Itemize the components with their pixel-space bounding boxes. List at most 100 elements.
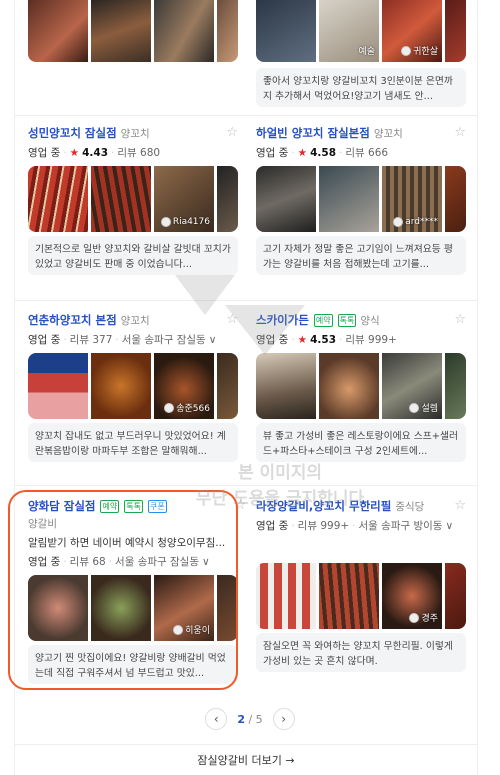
review-count: 리뷰 666	[345, 147, 389, 159]
photo[interactable]: ard****	[382, 166, 442, 232]
photo[interactable]: 예술	[319, 0, 379, 62]
avatar	[401, 45, 412, 56]
photo-tag: 귀한살	[401, 44, 438, 57]
star-icon: ★	[297, 333, 308, 346]
place-name[interactable]: 성민양꼬치 잠실점	[28, 125, 117, 141]
status: 영업 중	[256, 334, 289, 346]
location[interactable]: 서울 송파구 방이동	[359, 518, 443, 533]
talk-badge: 톡톡	[337, 313, 357, 327]
photo[interactable]	[28, 166, 88, 232]
photo[interactable]	[28, 0, 88, 62]
status: 영업 중	[28, 334, 61, 346]
photo[interactable]	[217, 353, 238, 419]
photo[interactable]	[256, 353, 316, 419]
avatar	[160, 217, 171, 227]
photo[interactable]	[28, 353, 88, 419]
right-border	[477, 0, 478, 775]
photo[interactable]	[445, 563, 466, 629]
avatar	[393, 217, 404, 227]
place-card[interactable]: 연춘하양꼬치 본점 양꼬치 ☆ 영업 중 · 리뷰 377 · 서울 송파구 잠실동 ∨ 송…	[28, 312, 238, 462]
place-card[interactable]: 라장양갈비,양꼬치 무한리필 중식당 ☆ 영업 중 · 리뷰 999+ · 서울 송파구 …	[256, 498, 466, 672]
photo[interactable]	[256, 0, 316, 62]
prev-page-button[interactable]: ‹	[205, 708, 228, 730]
favorite-star-icon[interactable]: ☆	[454, 312, 466, 327]
favorite-star-icon[interactable]: ☆	[226, 125, 238, 140]
photo[interactable]: 설렘	[382, 353, 442, 419]
place-card-prev-left[interactable]	[28, 0, 238, 62]
photo[interactable]	[91, 166, 151, 232]
review-snippet[interactable]: 뷰 좋고 가성비 좋은 레스토랑이에요 스프+샐러드+파스타+스테이크 구성 2…	[256, 423, 466, 462]
star-icon: ★	[297, 146, 308, 159]
chevron-down-icon[interactable]: ∨	[445, 520, 453, 532]
photo[interactable]	[445, 0, 466, 62]
review-count: 리뷰 377	[69, 334, 113, 346]
divider	[14, 300, 478, 301]
photo[interactable]	[217, 166, 238, 232]
place-card-prev-right[interactable]: 예술 귀한살 좋아서 양꼬치랑 양갈비꼬치 3인분이분 은면까지 추가해서 먹었…	[256, 0, 466, 107]
photo-tag: 예술	[358, 47, 375, 57]
page-indicator: 2 / 5	[237, 712, 263, 726]
photo[interactable]: 귀한살	[382, 0, 442, 62]
status: 영업 중	[256, 520, 289, 532]
review-snippet[interactable]: 고기 자체가 정말 좋은 고기임이 느껴져요등 평가는 양갈비를 처음 접해봤는…	[256, 236, 466, 275]
favorite-star-icon[interactable]: ☆	[226, 312, 238, 327]
review-snippet[interactable]: 잠실오면 꼭 와여하는 양꼬치 무한리필. 이렇게 가성비 있는 곳 흔치 않다…	[256, 633, 466, 672]
photo[interactable]	[319, 353, 379, 419]
photo[interactable]	[256, 166, 316, 232]
place-name[interactable]: 연춘하양꼬치 본점	[28, 312, 117, 328]
rating: 4.43	[82, 146, 109, 159]
place-card[interactable]: 스카이가든 예약 톡톡 양식 ☆ 영업 중 · ★ 4.53 · 리뷰 999+ 설렘 뷰 좋고…	[256, 312, 466, 462]
photo-strip[interactable]: 예술 귀한살	[256, 0, 466, 62]
photo[interactable]	[319, 563, 379, 629]
place-card[interactable]: 하얼빈 양꼬치 잠실본점 양꼬치 ☆ 영업 중 · ★ 4.58 · 리뷰 666 ard*…	[256, 125, 466, 275]
status: 영업 중	[256, 147, 289, 159]
place-name[interactable]: 라장양갈비,양꼬치 무한리필	[256, 498, 391, 514]
place-name[interactable]: 하얼빈 양꼬치 잠실본점	[256, 125, 370, 141]
reservation-badge: 예약	[313, 313, 333, 327]
review-snippet[interactable]: 좋아서 양꼬치랑 양갈비꼬치 3인분이분 은면까지 추가해서 먹었어요!양고기 …	[256, 68, 466, 107]
more-button[interactable]: 잠실양갈비 더보기 →	[14, 744, 478, 775]
favorite-star-icon[interactable]: ☆	[454, 125, 466, 140]
photo[interactable]	[256, 563, 316, 629]
photo[interactable]	[445, 166, 466, 232]
divider	[14, 115, 478, 116]
photo[interactable]: 경주	[382, 563, 442, 629]
photo-tag: 경주	[409, 611, 438, 624]
place-name[interactable]: 스카이가든	[256, 312, 309, 328]
photo-tag: ard****	[393, 217, 438, 227]
photo[interactable]	[217, 0, 238, 62]
rating: 4.53	[310, 333, 337, 346]
photo-strip[interactable]	[28, 0, 238, 62]
photo[interactable]	[91, 0, 151, 62]
photo[interactable]: Ria4176	[154, 166, 214, 232]
chevron-down-icon[interactable]: ∨	[209, 334, 217, 346]
photo-tag: Ria4176	[160, 217, 210, 227]
photo-strip[interactable]: 설렘	[256, 353, 466, 419]
review-snippet[interactable]: 기본적으로 일반 양꼬치와 갈비살 갈빗대 꼬치가있었고 양갈비도 판매 중 이…	[28, 236, 238, 275]
photo-strip[interactable]: ard****	[256, 166, 466, 232]
selection-highlight	[8, 490, 238, 690]
photo-strip[interactable]: Ria4176	[28, 166, 238, 232]
photo[interactable]	[445, 353, 466, 419]
review-count: 리뷰 680	[117, 147, 161, 159]
photo-strip[interactable]: 송준566	[28, 353, 238, 419]
photo-strip[interactable]: 경주	[256, 563, 466, 629]
next-page-button[interactable]: ›	[272, 708, 295, 730]
photo[interactable]	[319, 166, 379, 232]
review-snippet[interactable]: 양꼬치 잡내도 없고 부드러우니 맛있었어요! 계란볶음밥이랑 마파두부 조합은…	[28, 423, 238, 462]
favorite-star-icon[interactable]: ☆	[454, 498, 466, 513]
location[interactable]: 서울 송파구 잠실동	[122, 332, 206, 347]
photo[interactable]	[91, 353, 151, 419]
place-category: 양식	[360, 314, 380, 327]
place-category: 양꼬치	[120, 127, 150, 140]
avatar	[164, 402, 175, 413]
divider	[14, 485, 478, 486]
avatar	[409, 402, 420, 413]
place-category: 양꼬치	[120, 314, 150, 327]
place-category: 양꼬치	[373, 127, 403, 140]
photo-tag: 송준566	[164, 401, 210, 414]
photo[interactable]	[154, 0, 214, 62]
place-card[interactable]: 성민양꼬치 잠실점 양꼬치 ☆ 영업 중 · ★ 4.43 · 리뷰 680 Ria4176…	[28, 125, 238, 275]
rating: 4.58	[310, 146, 337, 159]
photo[interactable]: 송준566	[154, 353, 214, 419]
